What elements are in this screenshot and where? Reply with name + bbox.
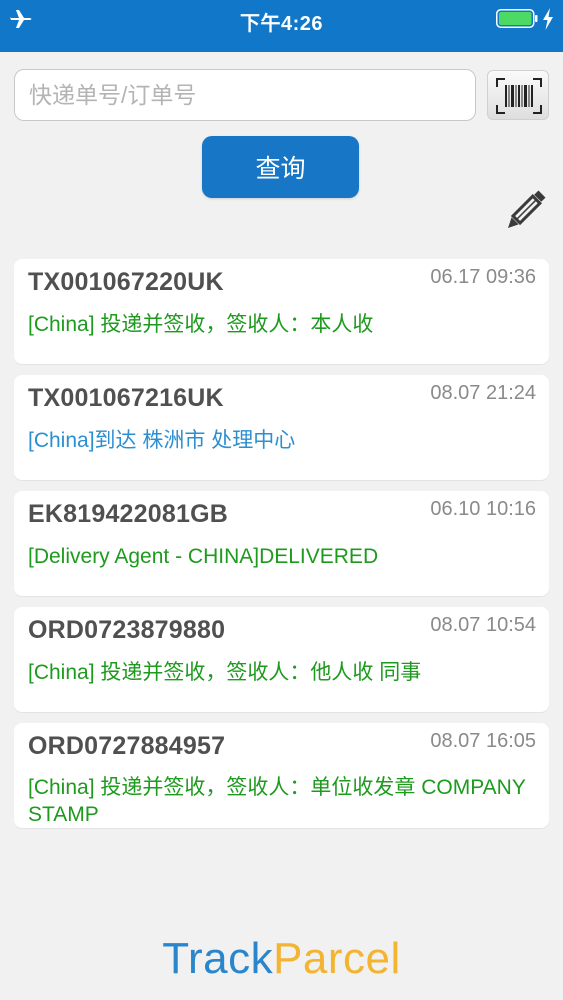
parcel-date: 06.10 10:16 (430, 498, 536, 520)
status-bar: 下午4:26 (0, 0, 563, 52)
query-button[interactable]: 查询 (202, 136, 359, 198)
parcel-status: [China]到达 株洲市 处理中心 (28, 429, 296, 452)
parcel-status: [China] 投递并签收，签收人：本人收 (28, 313, 374, 336)
parcel-card[interactable]: TX001067220UK 06.17 09:36 [China] 投递并签收，… (14, 259, 549, 364)
parcel-date: 08.07 21:24 (430, 382, 536, 404)
parcel-card[interactable]: ORD0723879880 08.07 10:54 [China] 投递并签收，… (14, 607, 549, 712)
logo-text-track: Track (162, 934, 274, 983)
tracking-number-input[interactable] (14, 69, 476, 121)
status-time: 下午4:26 (239, 13, 324, 35)
parcel-date: 08.07 16:05 (430, 730, 536, 752)
battery-icon (496, 9, 538, 28)
logo-text-parcel: Parcel (273, 934, 401, 983)
barcode-scan-button[interactable] (487, 70, 549, 120)
tracking-number: ORD0727884957 (28, 732, 226, 760)
charging-bolt-icon (543, 8, 553, 30)
pencil-icon[interactable] (500, 186, 550, 236)
tracking-number: EK819422081GB (28, 500, 228, 528)
parcel-status: [China] 投递并签收，签收人：单位收发章 COMPANY STAMP (28, 776, 526, 826)
tracking-number: ORD0723879880 (28, 616, 226, 644)
parcel-status: [China] 投递并签收，签收人：他人收 同事 (28, 661, 422, 684)
parcel-status: [Delivery Agent - CHINA]DELIVERED (28, 545, 379, 568)
parcel-card[interactable]: ORD0727884957 08.07 16:05 [China] 投递并签收，… (14, 723, 549, 828)
parcel-card[interactable]: EK819422081GB 06.10 10:16 [Delivery Agen… (14, 491, 549, 596)
parcel-date: 06.17 09:36 (430, 266, 536, 288)
tracking-number: TX001067216UK (28, 384, 224, 412)
parcel-card[interactable]: TX001067216UK 08.07 21:24 [China]到达 株洲市 … (14, 375, 549, 480)
barcode-icon (496, 78, 542, 114)
parcel-date: 08.07 10:54 (430, 614, 536, 636)
tracking-number: TX001067220UK (28, 268, 224, 296)
trackparcel-logo: TrackParcel (0, 934, 563, 984)
